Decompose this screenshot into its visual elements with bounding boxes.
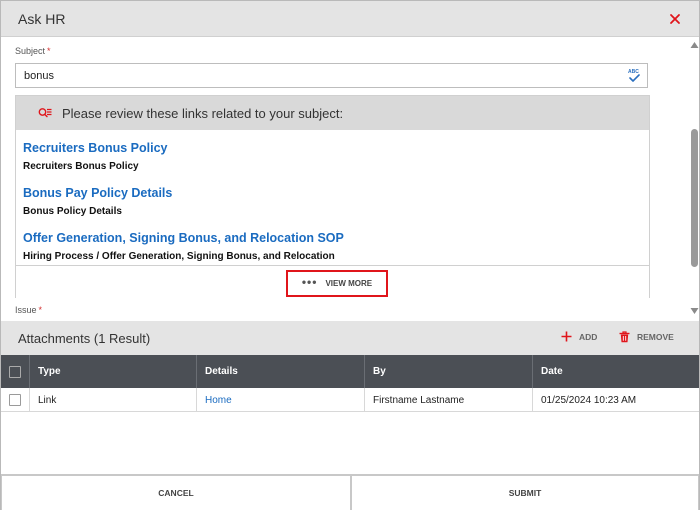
dialog-title-bar: Ask HR xyxy=(1,1,699,37)
spellcheck-icon[interactable]: ABC xyxy=(627,68,641,83)
cancel-button[interactable]: CANCEL xyxy=(1,475,351,510)
scrollbar-thumb[interactable] xyxy=(691,129,698,267)
attachments-title: Attachments (1 Result) xyxy=(18,331,151,346)
related-link-item: Recruiters Bonus Policy Recruiters Bonus… xyxy=(23,141,168,172)
related-links-header-text: Please review these links related to you… xyxy=(62,106,344,121)
required-marker: * xyxy=(38,305,43,315)
attachments-table-header: Type Details By Date xyxy=(1,355,699,388)
remove-label: REMOVE xyxy=(637,332,674,342)
ask-hr-dialog: Ask HR Subject* ABC Please review these … xyxy=(0,0,700,510)
row-select-cell xyxy=(1,388,30,412)
plus-icon xyxy=(561,331,572,342)
select-all-cell xyxy=(1,355,30,388)
scroll-down-arrow-icon[interactable] xyxy=(690,307,699,315)
attachment-link[interactable]: Home xyxy=(205,395,232,406)
dialog-footer: CANCEL SUBMIT xyxy=(1,474,699,510)
view-more-label: VIEW MORE xyxy=(325,279,373,288)
related-link-item: Bonus Pay Policy Details Bonus Policy De… xyxy=(23,186,172,217)
review-list-icon xyxy=(38,108,52,118)
column-header-date[interactable]: Date xyxy=(533,355,699,388)
add-attachment-button[interactable]: ADD xyxy=(561,331,597,342)
dialog-title: Ask HR xyxy=(18,11,66,27)
view-more-bar: ••• VIEW MORE xyxy=(16,265,649,298)
related-link-title[interactable]: Recruiters Bonus Policy xyxy=(23,141,168,155)
related-link-item: Offer Generation, Signing Bonus, and Rel… xyxy=(23,231,344,262)
trash-icon xyxy=(619,331,630,343)
form-scrollbar[interactable] xyxy=(689,37,700,320)
cell-type: Link xyxy=(30,388,197,412)
scroll-up-arrow-icon[interactable] xyxy=(690,41,699,49)
table-row[interactable]: Link Home Firstname Lastname 01/25/2024 … xyxy=(1,388,699,412)
related-link-subtitle: Recruiters Bonus Policy xyxy=(23,161,139,172)
related-links-header: Please review these links related to you… xyxy=(16,96,649,130)
related-link-subtitle: Hiring Process / Offer Generation, Signi… xyxy=(23,251,335,262)
related-links-panel: Please review these links related to you… xyxy=(15,95,650,298)
attachments-header: Attachments (1 Result) ADD REMOVE xyxy=(1,321,699,355)
submit-button[interactable]: SUBMIT xyxy=(351,475,699,510)
close-button[interactable] xyxy=(665,9,685,29)
row-checkbox[interactable] xyxy=(9,394,21,406)
issue-label: Issue * xyxy=(15,305,43,315)
column-header-type[interactable]: Type xyxy=(30,355,197,388)
subject-label: Subject * xyxy=(15,46,51,56)
related-link-subtitle: Bonus Policy Details xyxy=(23,206,122,217)
column-header-details[interactable]: Details xyxy=(197,355,365,388)
add-label: ADD xyxy=(579,331,598,342)
form-scroll-area[interactable]: Subject* ABC Please review these links r… xyxy=(1,37,699,320)
svg-text:ABC: ABC xyxy=(628,69,639,75)
cell-by: Firstname Lastname xyxy=(365,388,533,412)
select-all-checkbox[interactable] xyxy=(9,365,21,378)
related-link-title[interactable]: Bonus Pay Policy Details xyxy=(23,186,172,200)
close-icon xyxy=(670,14,680,24)
subject-input[interactable] xyxy=(15,63,648,88)
more-dots-icon: ••• xyxy=(301,274,318,289)
required-marker: * xyxy=(47,46,51,56)
remove-attachment-button[interactable]: REMOVE xyxy=(619,331,674,343)
cell-date: 01/25/2024 10:23 AM xyxy=(541,394,637,406)
view-more-button[interactable]: ••• VIEW MORE xyxy=(286,270,388,297)
cell-details: Home xyxy=(197,388,365,412)
column-header-by[interactable]: By xyxy=(365,355,533,388)
related-link-title[interactable]: Offer Generation, Signing Bonus, and Rel… xyxy=(23,231,344,245)
